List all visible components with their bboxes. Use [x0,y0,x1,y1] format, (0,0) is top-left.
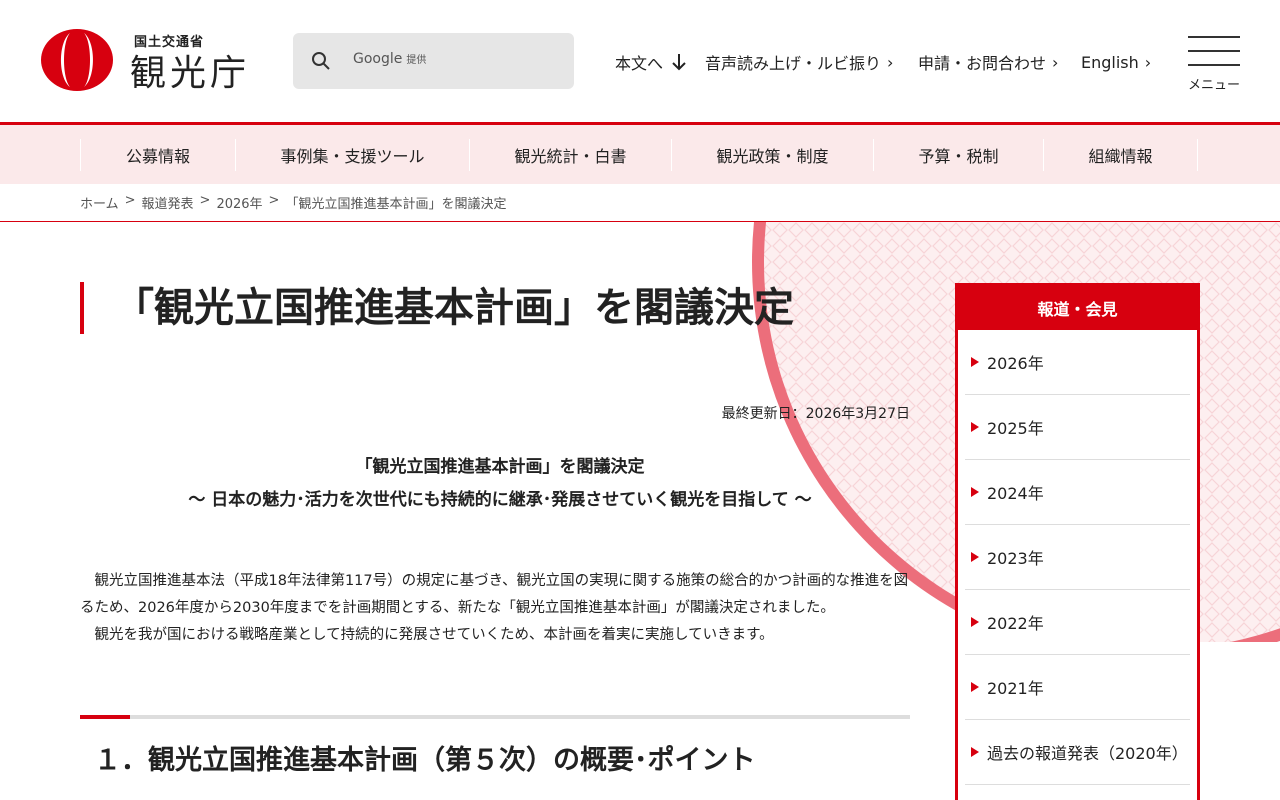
nav-item-organization[interactable]: 組織情報 [1043,139,1198,171]
sidebar-item-2024[interactable]: 2024年 [965,460,1190,525]
agency-logo-icon[interactable] [40,28,114,92]
lead-title: 「観光立国推進基本計画」を閣議決定 [355,457,645,477]
sidebar-item-2025[interactable]: 2025年 [965,395,1190,460]
search-provider-label: Google 提供 [353,51,427,67]
sidebar-item-2026[interactable]: 2026年 [965,330,1190,395]
triangle-right-icon [971,552,979,562]
paragraph: 観光を我が国における戦略産業として持続的に発展させていくため、本計画を着実に実施… [94,627,774,643]
menu-label: メニュー [1188,78,1241,93]
triangle-right-icon [971,357,979,367]
section-title: １．観光立国推進基本計画（第５次）の概要･ポイント [94,745,756,776]
nav-item-public-offering[interactable]: 公募情報 [80,139,235,171]
breadcrumb-home[interactable]: ホーム [80,193,119,212]
nav-item-budget[interactable]: 予算・税制 [873,139,1043,171]
triangle-right-icon [971,682,979,692]
last-updated: 最終更新日：2026年3月27日 [721,406,910,422]
press-sidebar: 報道・会見 2026年 2025年 2024年 2023年 2022年 2021… [955,283,1200,800]
menu-button[interactable]: メニュー [1188,36,1240,94]
contact-link[interactable]: 申請・お問合わせ › [918,50,1058,74]
site-search-box[interactable]: Google 提供 [293,33,574,89]
site-header: 国土交通省 観光庁 Google 提供 本文へ 音声読み上げ・ルビ振り › 申請・お… [0,0,1280,122]
sidebar-item-2020[interactable]: 過去の報道発表（2020年） [965,720,1190,785]
paragraph: 観光立国推進基本法（平成18年法律第117号）の規定に基づき、観光立国の実現に関… [80,573,909,616]
chevron-right-icon: › [1144,52,1152,72]
chevron-right-icon: › [887,52,894,72]
hamburger-icon [1188,36,1240,38]
triangle-right-icon [971,422,979,432]
sidebar-heading: 報道・会見 [958,286,1197,330]
breadcrumb-press[interactable]: 報道発表 [142,193,194,212]
english-link[interactable]: English › [1081,50,1151,74]
sidebar-item-2023[interactable]: 2023年 [965,525,1190,590]
nav-item-statistics[interactable]: 観光統計・白書 [469,139,671,171]
breadcrumb-current: 「観光立国推進基本計画」を閣議決定 [285,197,507,212]
lead-subtitle: ～ 日本の魅力･活力を次世代にも持続的に継承･発展させていく観光を目指して ～ [188,490,812,510]
breadcrumb: ホーム > 報道発表 > 2026年 > 「観光立国推進基本計画」を閣議決定 [80,193,507,212]
section-divider [80,715,910,719]
read-aloud-ruby-link[interactable]: 音声読み上げ・ルビ振り › [705,50,893,74]
arrow-down-icon [672,54,686,71]
body-text: 観光立国推進基本法（平成18年法律第117号）の規定に基づき、観光立国の実現に関… [80,568,916,649]
nav-item-policy[interactable]: 観光政策・制度 [671,139,873,171]
triangle-right-icon [971,487,979,497]
triangle-right-icon [971,747,979,757]
agency-name[interactable]: 観光庁 [130,44,250,96]
breadcrumb-year[interactable]: 2026年 [216,193,262,212]
triangle-right-icon [971,617,979,627]
search-icon[interactable] [311,51,331,71]
sidebar-item-2021[interactable]: 2021年 [965,655,1190,720]
nav-item-case-studies[interactable]: 事例集・支援ツール [235,139,469,171]
global-nav: 公募情報 事例集・支援ツール 観光統計・白書 観光政策・制度 予算・税制 組織情… [0,122,1280,184]
skip-to-content-link[interactable]: 本文へ [615,50,687,74]
sidebar-item-2022[interactable]: 2022年 [965,590,1190,655]
chevron-right-icon: › [1052,52,1059,72]
page-title: 「観光立国推進基本計画」を閣議決定 [80,282,794,334]
